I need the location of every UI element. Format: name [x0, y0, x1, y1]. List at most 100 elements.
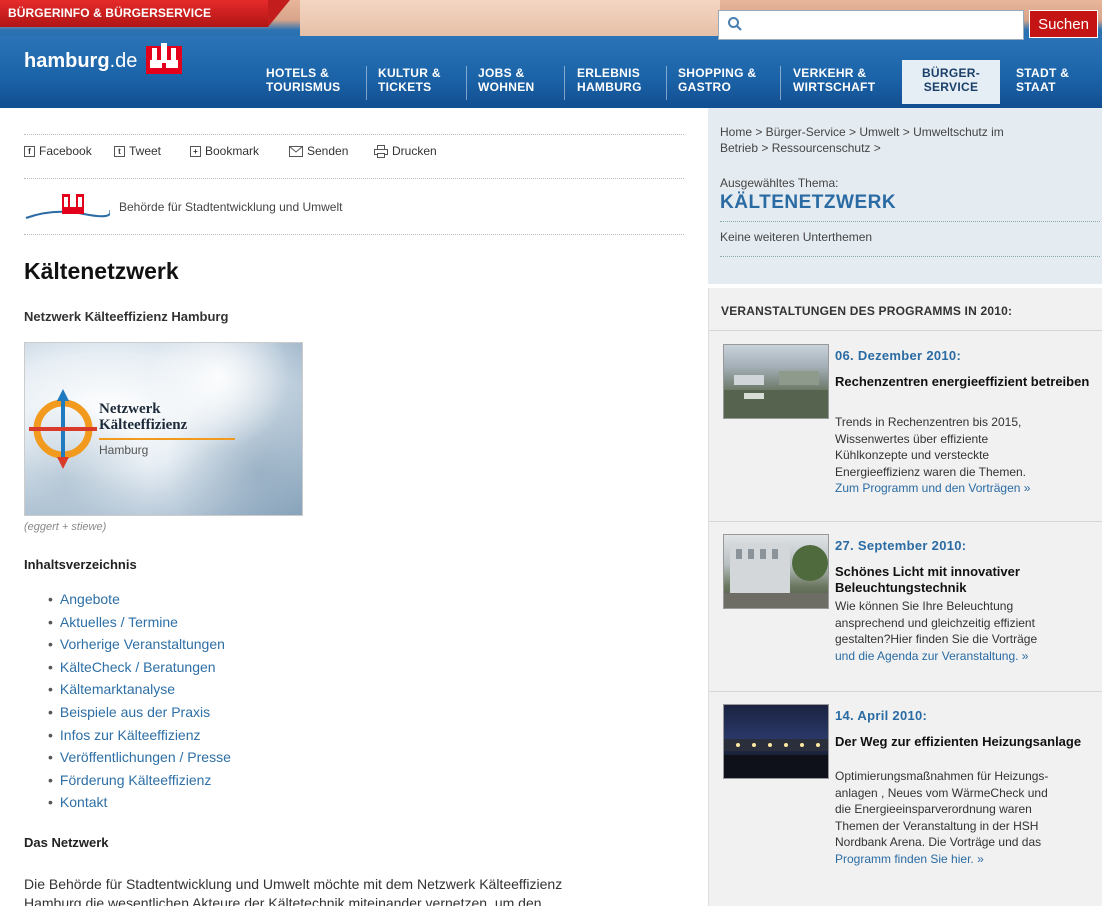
- image-caption: (eggert + stiewe): [24, 521, 107, 533]
- event-thumbnail[interactable]: [723, 534, 829, 609]
- event-headline[interactable]: Schönes Licht mit innovativer Beleuchtun…: [835, 564, 1101, 596]
- toc-link[interactable]: Aktuelles / Termine: [60, 614, 178, 630]
- event-date: 27. September 2010:: [835, 538, 967, 553]
- toc-item-kontakt[interactable]: • Kontakt: [48, 794, 231, 817]
- toc-item-infos[interactable]: • Infos zur Kälteeffizienz: [48, 727, 231, 750]
- subtopics-note: Keine weiteren Unterthemen: [720, 230, 873, 244]
- event-more-link[interactable]: und die Agenda zur Veranstaltung. »: [835, 648, 1101, 665]
- section-title: Das Netzwerk: [24, 835, 109, 850]
- event-desc-line: Wissenwertes über effiziente: [835, 431, 989, 446]
- bullet: •: [48, 681, 53, 698]
- event-description: Optimierungsmaßnahmen für Heizungs- anla…: [835, 768, 1101, 867]
- toc-link[interactable]: Infos zur Kälteeffizienz: [60, 727, 201, 743]
- event-more-link[interactable]: Zum Programm und den Vorträgen »: [835, 480, 1101, 497]
- nav-hotels-tourismus[interactable]: HOTELS & TOURISMUS: [266, 66, 340, 94]
- hero-title: Netzwerk Kälteeffizienz: [99, 401, 187, 433]
- share-drucken[interactable]: Drucken: [374, 144, 437, 158]
- nav-stadt-line2: STAAT: [1016, 80, 1056, 94]
- toc-item-vorherige[interactable]: • Vorherige Veranstaltungen: [48, 636, 231, 659]
- breadcrumb-line[interactable]: Betrieb > Ressourcenschutz >: [720, 140, 1100, 156]
- toc-title: Inhaltsverzeichnis: [24, 557, 137, 572]
- divider: [720, 256, 1100, 257]
- event-desc-line: Kühlkonzepte und versteckte: [835, 448, 990, 462]
- authority-logo-icon: [25, 191, 110, 219]
- nav-divider: [666, 66, 667, 100]
- nav-stadt-staat[interactable]: STADT & STAAT: [1016, 66, 1069, 94]
- nav-kultur-line2: TICKETS: [378, 80, 432, 94]
- share-bookmark[interactable]: + Bookmark: [190, 144, 259, 158]
- toc-item-aktuelles[interactable]: • Aktuelles / Termine: [48, 614, 231, 637]
- event-headline[interactable]: Der Weg zur effizienten Heizungsanlage: [835, 734, 1101, 750]
- event-desc-line: Nordbank Arena. Die Vorträge und das: [835, 835, 1042, 849]
- bullet: •: [48, 749, 53, 766]
- breadcrumb-line[interactable]: Home > Bürger-Service > Umwelt > Umwelts…: [720, 124, 1100, 140]
- header-banner-image: [300, 0, 720, 36]
- toc-link[interactable]: Veröffentlichungen / Presse: [60, 749, 231, 765]
- cityscape-photo-icon: [724, 371, 828, 418]
- bullet: •: [48, 613, 53, 630]
- toc-item-angebote[interactable]: • Angebote: [48, 591, 231, 614]
- search-icon: [728, 17, 742, 31]
- facebook-icon: f: [24, 145, 35, 157]
- event-more-link[interactable]: Programm finden Sie hier. »: [835, 851, 1101, 868]
- hero-title-line2: Kälteeffizienz: [99, 417, 188, 433]
- top-tag[interactable]: BÜRGERINFO & BÜRGERSERVICE: [0, 0, 290, 27]
- nav-divider: [366, 66, 367, 100]
- event-description: Wie können Sie Ihre Beleuchtung ansprech…: [835, 598, 1101, 664]
- event-desc-line: Trends in Rechenzentren bis 2015,: [835, 415, 1022, 429]
- events-panel: VERANSTALTUNGEN DES PROGRAMMS IN 2010: 0…: [708, 288, 1102, 906]
- nav-verkehr-line1: VERKEHR &: [793, 66, 867, 80]
- event-desc-line: Energieeffizienz waren die Themen.: [835, 464, 1027, 479]
- nav-buerger-line2: SERVICE: [923, 80, 979, 94]
- event-desc-line: gestalten?Hier finden Sie die Vorträge: [835, 632, 1038, 646]
- event-thumbnail[interactable]: [723, 704, 829, 779]
- nav-divider: [466, 66, 467, 100]
- building-photo-icon: [724, 543, 828, 608]
- share-tweet[interactable]: t Tweet: [114, 144, 161, 158]
- nav-verkehr-wirtschaft[interactable]: VERKEHR & WIRTSCHAFT: [793, 66, 875, 94]
- share-tweet-label: Tweet: [129, 144, 162, 158]
- nav-buerger-line1: BÜRGER-: [921, 66, 981, 80]
- page-title: Kältenetzwerk: [24, 258, 179, 284]
- intro-line: Die Behörde für Stadtentwicklung und Umw…: [24, 876, 563, 892]
- nav-shopping-line1: SHOPPING &: [678, 66, 757, 80]
- event-headline[interactable]: Rechenzentren energieeffizient betreiben: [835, 374, 1101, 390]
- divider: [720, 221, 1100, 222]
- event-description: Trends in Rechenzentren bis 2015, Wissen…: [835, 414, 1101, 497]
- nav-divider: [564, 66, 565, 100]
- toc-item-beispiele[interactable]: • Beispiele aus der Praxis: [48, 704, 231, 727]
- breadcrumb[interactable]: Home > Bürger-Service > Umwelt > Umwelts…: [720, 124, 1100, 156]
- toc-item-foerderung[interactable]: • Förderung Kälteeffizienz: [48, 772, 231, 795]
- main-content: f Facebook t Tweet + Bookmark Senden Dru…: [24, 108, 684, 906]
- twitter-icon: t: [114, 145, 125, 157]
- search-button[interactable]: Suchen: [1029, 10, 1098, 38]
- nav-shopping-gastro[interactable]: SHOPPING & GASTRO: [678, 66, 756, 94]
- toc-item-veroeffentlichungen[interactable]: • Veröffentlichungen / Presse: [48, 749, 231, 772]
- search-input[interactable]: [749, 14, 1019, 36]
- toc-link[interactable]: KälteCheck / Beratungen: [60, 659, 216, 675]
- toc-link[interactable]: Förderung Kälteeffizienz: [60, 772, 212, 788]
- nav-erlebnis-hamburg[interactable]: ERLEBNIS HAMBURG: [577, 66, 642, 94]
- divider: [709, 521, 1102, 522]
- share-facebook[interactable]: f Facebook: [24, 144, 92, 158]
- nav-kultur-tickets[interactable]: KULTUR & TICKETS: [378, 66, 441, 94]
- hero-title-line1: Netzwerk: [99, 401, 161, 417]
- share-senden[interactable]: Senden: [289, 144, 348, 158]
- nav-jobs-wohnen[interactable]: JOBS & WOHNEN: [478, 66, 534, 94]
- site-header: BÜRGERINFO & BÜRGERSERVICE hamburg.de Su…: [0, 0, 1102, 108]
- toc-link[interactable]: Kältemarktanalyse: [60, 681, 175, 697]
- toc-item-kaeltemarktanalyse[interactable]: • Kältemarktanalyse: [48, 681, 231, 704]
- event-thumbnail[interactable]: [723, 344, 829, 419]
- toc-link[interactable]: Angebote: [60, 591, 120, 607]
- bullet: •: [48, 658, 53, 675]
- toc-link[interactable]: Beispiele aus der Praxis: [60, 704, 210, 720]
- toc-item-kaeltecheck[interactable]: • KälteCheck / Beratungen: [48, 659, 231, 682]
- nav-buerger-service[interactable]: BÜRGER- SERVICE: [902, 60, 1000, 104]
- toc-link[interactable]: Vorherige Veranstaltungen: [60, 636, 225, 652]
- nav-kultur-line1: KULTUR &: [378, 66, 441, 80]
- divider: [709, 330, 1102, 331]
- bullet: •: [48, 703, 53, 720]
- toc-link[interactable]: Kontakt: [60, 794, 107, 810]
- events-title: VERANSTALTUNGEN DES PROGRAMMS IN 2010:: [721, 304, 1013, 318]
- page-subtitle: Netzwerk Kälteeffizienz Hamburg: [24, 309, 229, 324]
